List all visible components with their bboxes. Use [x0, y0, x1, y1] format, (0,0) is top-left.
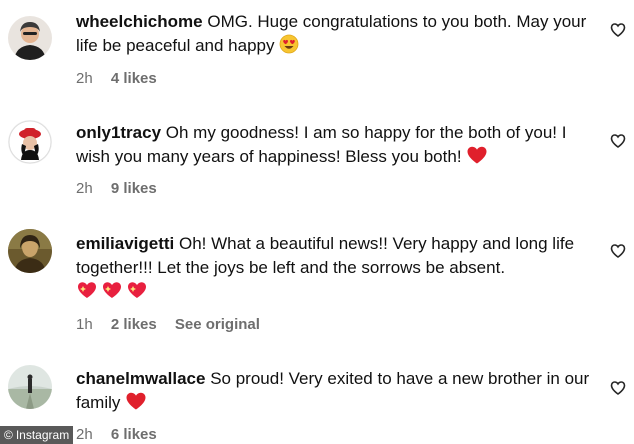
comment-username[interactable]: chanelmwallace [76, 369, 205, 388]
comment-likes[interactable]: 4 likes [111, 70, 157, 87]
comment-username[interactable]: only1tracy [76, 123, 161, 142]
comment-text: wheelchichome OMG. Huge congratulations … [76, 10, 596, 61]
comment-text: only1tracy Oh my goodness! I am so happy… [76, 121, 596, 172]
avatar[interactable] [8, 365, 52, 409]
comment-text: emiliavigetti Oh! What a beautiful news!… [76, 232, 596, 307]
like-heart-icon[interactable] [610, 243, 626, 259]
credit-label: Instagram [15, 428, 70, 442]
like-heart-icon[interactable] [610, 133, 626, 149]
avatar[interactable] [8, 229, 52, 273]
red-heart-emoji [466, 145, 488, 172]
comment-likes[interactable]: 2 likes [111, 316, 157, 333]
see-original-link[interactable]: See original [175, 316, 260, 333]
comment-likes[interactable]: 6 likes [111, 426, 157, 443]
comment-username[interactable]: wheelchichome [76, 12, 203, 31]
avatar[interactable] [8, 120, 52, 164]
comment-meta: 1h 2 likes See original [76, 316, 274, 333]
sparkling-heart-emoji [76, 280, 148, 307]
copyright-icon: © [4, 428, 13, 442]
avatar[interactable] [8, 16, 52, 60]
comment-time: 2h [76, 180, 93, 197]
red-heart-emoji [125, 391, 147, 418]
like-heart-icon[interactable] [610, 22, 626, 38]
comment-meta: 2h 4 likes [76, 70, 171, 87]
comment-time: 1h [76, 316, 93, 333]
comment-username[interactable]: emiliavigetti [76, 234, 174, 253]
image-credit: © Instagram [0, 426, 74, 444]
comment-text: chanelmwallace So proud! Very exited to … [76, 367, 596, 418]
heart-eyes-emoji [279, 34, 299, 61]
comment-likes[interactable]: 9 likes [111, 180, 157, 197]
comment-time: 2h [76, 70, 93, 87]
like-heart-icon[interactable] [610, 380, 626, 396]
comment-meta: 2h 6 likes [76, 426, 171, 443]
comment-time: 2h [76, 426, 93, 443]
comment-meta: 2h 9 likes [76, 180, 171, 197]
